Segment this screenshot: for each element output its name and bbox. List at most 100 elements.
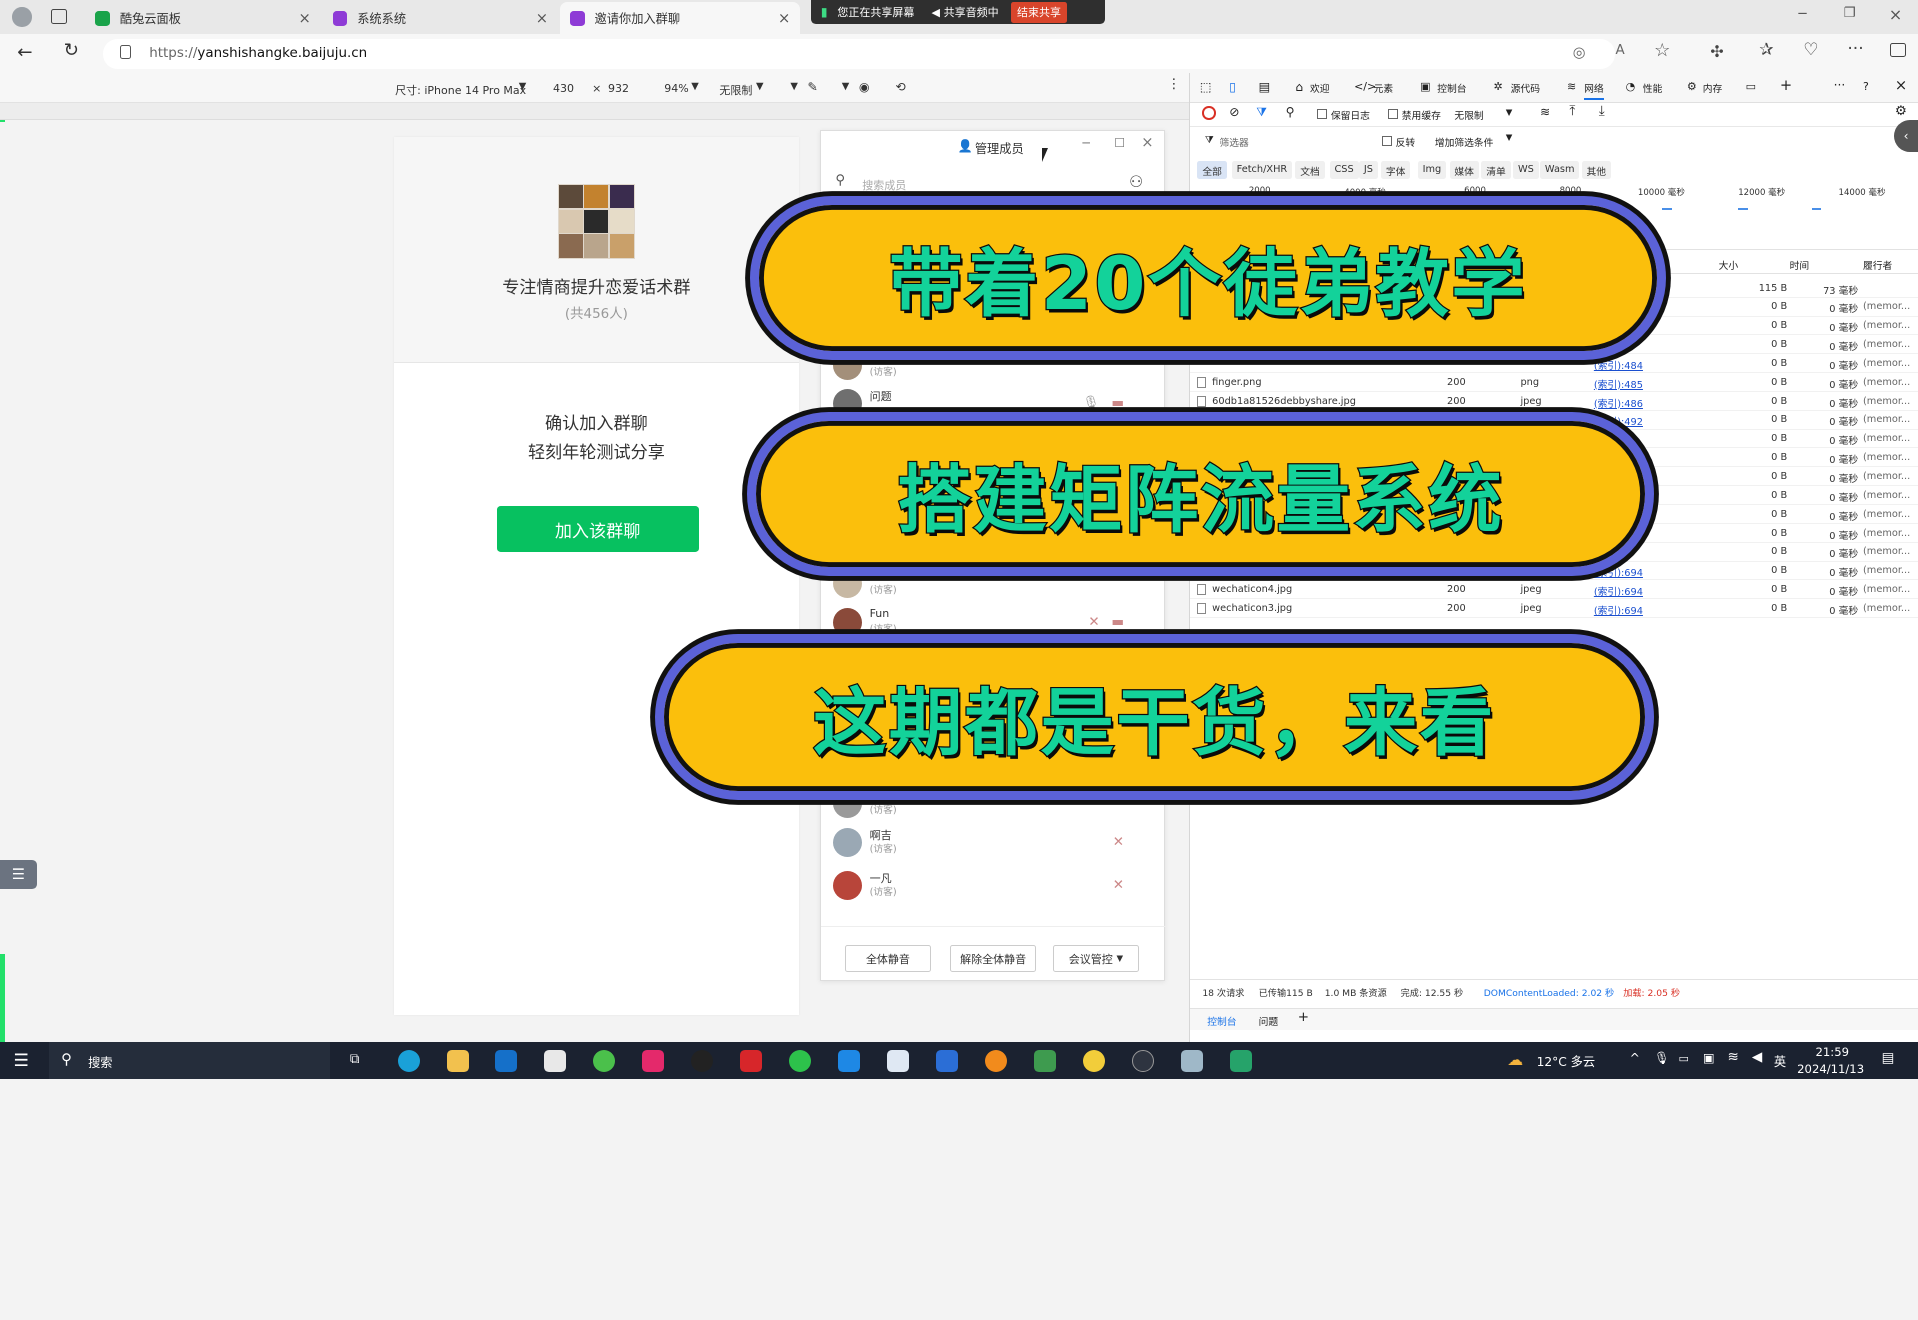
tab-actions-icon[interactable]: [51, 8, 68, 25]
height-input[interactable]: 932: [608, 82, 629, 95]
tab-performance[interactable]: 性能: [1643, 81, 1663, 95]
device-toggle-icon[interactable]: ▯: [1229, 80, 1236, 94]
close-icon[interactable]: ×: [298, 10, 310, 27]
add-member-icon[interactable]: ⚇: [1129, 172, 1143, 191]
app-red-icon[interactable]: [642, 1049, 665, 1072]
filter-icon[interactable]: ⧩: [1256, 105, 1267, 120]
tab-sources[interactable]: 源代码: [1511, 81, 1540, 95]
game-icon[interactable]: [1033, 1049, 1056, 1072]
record-icon[interactable]: [1202, 106, 1216, 120]
table-row[interactable]: finger.png 200 png (索引):485 0 B 0 毫秒 (memor...: [1190, 373, 1918, 392]
search-input[interactable]: 搜索成员: [862, 177, 906, 193]
table-row[interactable]: 60db1a81526debbyshare.jpg 200 jpeg (索引):486…: [1190, 392, 1918, 411]
store-icon[interactable]: [544, 1049, 567, 1072]
filter-type-5[interactable]: 字体: [1380, 161, 1411, 179]
wifi-settings-icon[interactable]: ≋: [1540, 105, 1550, 119]
wifi-icon[interactable]: ≋: [1727, 1050, 1738, 1065]
search-icon[interactable]: ⚲: [1286, 105, 1295, 119]
qq-icon[interactable]: [691, 1049, 714, 1072]
app-gray-icon[interactable]: [1131, 1049, 1154, 1072]
join-group-button[interactable]: 加入该群聊: [496, 506, 699, 552]
maximize-button[interactable]: ☐: [1114, 136, 1125, 150]
settings-icon[interactable]: ⚙: [1895, 104, 1907, 119]
throttle-select[interactable]: 无限制: [1454, 108, 1483, 122]
column-fulfilled-by[interactable]: 履行者: [1863, 258, 1892, 272]
search-field[interactable]: ⚲ 搜索成员: [830, 170, 1115, 197]
close-icon[interactable]: ×: [536, 10, 548, 27]
tab-memory[interactable]: 内存: [1703, 81, 1723, 95]
microphone-mute-icon[interactable]: ✕: [1113, 835, 1124, 850]
list-item[interactable]: 一凡 (访客) ✕: [832, 868, 1151, 905]
filter-input[interactable]: 筛选器: [1220, 135, 1249, 149]
mute-all-button[interactable]: 全体静音: [845, 945, 931, 973]
pen-icon[interactable]: ✎: [807, 80, 817, 94]
dock-icon[interactable]: ▤: [1259, 80, 1271, 94]
extensions-icon[interactable]: ✣: [1710, 42, 1723, 61]
filter-type-9[interactable]: WS: [1513, 161, 1539, 179]
app-screen-icon[interactable]: [1229, 1049, 1252, 1072]
list-icon[interactable]: ☰: [0, 860, 37, 890]
more-icon[interactable]: ···: [1834, 78, 1846, 92]
app-yellow-icon[interactable]: [1082, 1049, 1105, 1072]
filter-type-7[interactable]: 媒体: [1449, 161, 1479, 179]
column-size[interactable]: 大小: [1719, 258, 1739, 272]
ime-indicator[interactable]: 英: [1774, 1052, 1786, 1070]
invert-checkbox[interactable]: [1382, 135, 1392, 146]
table-row[interactable]: wechaticon3.jpg 200 jpeg (索引):694 0 B 0 毫秒 (me…: [1190, 599, 1918, 619]
preserve-log-checkbox[interactable]: [1317, 108, 1328, 119]
minimize-button[interactable]: ─: [1082, 136, 1089, 150]
read-aloud-icon[interactable]: A: [1615, 43, 1624, 58]
start-menu-icon[interactable]: ☰: [13, 1051, 28, 1071]
download-icon[interactable]: ⤓: [1599, 104, 1605, 119]
help-icon[interactable]: ?: [1863, 80, 1869, 93]
close-icon[interactable]: ×: [1141, 134, 1153, 151]
drawer-tab-console[interactable]: 控制台: [1207, 1014, 1236, 1028]
microphone-icon[interactable]: 🎙: [1083, 396, 1100, 411]
application-icon[interactable]: ▭: [1746, 80, 1756, 93]
clock-time[interactable]: 21:59: [1816, 1045, 1849, 1059]
weather-label[interactable]: 12°C 多云: [1537, 1052, 1596, 1070]
tab-network[interactable]: 网络: [1584, 81, 1604, 101]
column-time[interactable]: 时间: [1790, 258, 1810, 272]
close-icon[interactable]: ×: [778, 10, 790, 27]
task-view-icon[interactable]: ⧉: [350, 1052, 360, 1067]
microphone-mute-icon[interactable]: ✕: [1113, 878, 1124, 893]
more-icon[interactable]: ⋮: [1167, 77, 1180, 92]
favorite-icon[interactable]: ☆: [1654, 40, 1670, 61]
app-white-icon[interactable]: [886, 1049, 909, 1072]
zoom-select[interactable]: 94%: [664, 82, 688, 95]
eye-icon[interactable]: ◉: [859, 80, 870, 94]
upload-icon[interactable]: ⤒: [1569, 104, 1575, 119]
filter-type-2[interactable]: 文档: [1295, 161, 1325, 179]
browser-essentials-icon[interactable]: ♡: [1803, 40, 1818, 60]
filter-type-6[interactable]: Img: [1417, 161, 1447, 179]
wechat-icon[interactable]: [789, 1049, 812, 1072]
device-select[interactable]: 尺寸: iPhone 14 Pro Max: [395, 82, 526, 98]
list-item[interactable]: 啊吉 (访客) ✕: [832, 826, 1151, 863]
file-explorer-icon[interactable]: [446, 1049, 469, 1072]
tab-elements[interactable]: 元素: [1374, 81, 1394, 95]
request-initiator[interactable]: (索引):484: [1594, 358, 1643, 372]
drawer-tab-issues[interactable]: 问题: [1259, 1014, 1279, 1028]
more-filters-select[interactable]: 增加筛选条件: [1435, 135, 1494, 149]
outlook-icon[interactable]: [495, 1049, 518, 1072]
app-blue-icon[interactable]: [838, 1049, 861, 1072]
wps-icon[interactable]: [740, 1049, 763, 1072]
app-green-icon[interactable]: [593, 1049, 616, 1072]
unmute-all-button[interactable]: 解除全体静音: [950, 945, 1036, 973]
back-icon[interactable]: ←: [17, 42, 32, 63]
disable-cache-checkbox[interactable]: [1388, 108, 1399, 119]
filter-type-0[interactable]: 全部: [1197, 161, 1227, 179]
tab-panel[interactable]: 酷兔云面板 ×: [86, 2, 321, 34]
battery-icon[interactable]: ▭: [1679, 1052, 1689, 1065]
tab-welcome[interactable]: 欢迎: [1310, 81, 1330, 95]
tab-system[interactable]: 系统系统 ×: [323, 2, 558, 34]
add-tab-icon[interactable]: +: [1298, 1010, 1309, 1025]
close-window-button[interactable]: ×: [1889, 5, 1902, 24]
refresh-icon[interactable]: ↻: [64, 40, 79, 61]
maximize-button[interactable]: ❐: [1844, 6, 1856, 21]
microphone-icon[interactable]: 🎙: [1654, 1051, 1670, 1065]
filter-type-10[interactable]: Wasm: [1540, 161, 1580, 179]
throttle-select[interactable]: 无限制: [719, 82, 752, 98]
sidebar-icon[interactable]: [1890, 42, 1907, 58]
